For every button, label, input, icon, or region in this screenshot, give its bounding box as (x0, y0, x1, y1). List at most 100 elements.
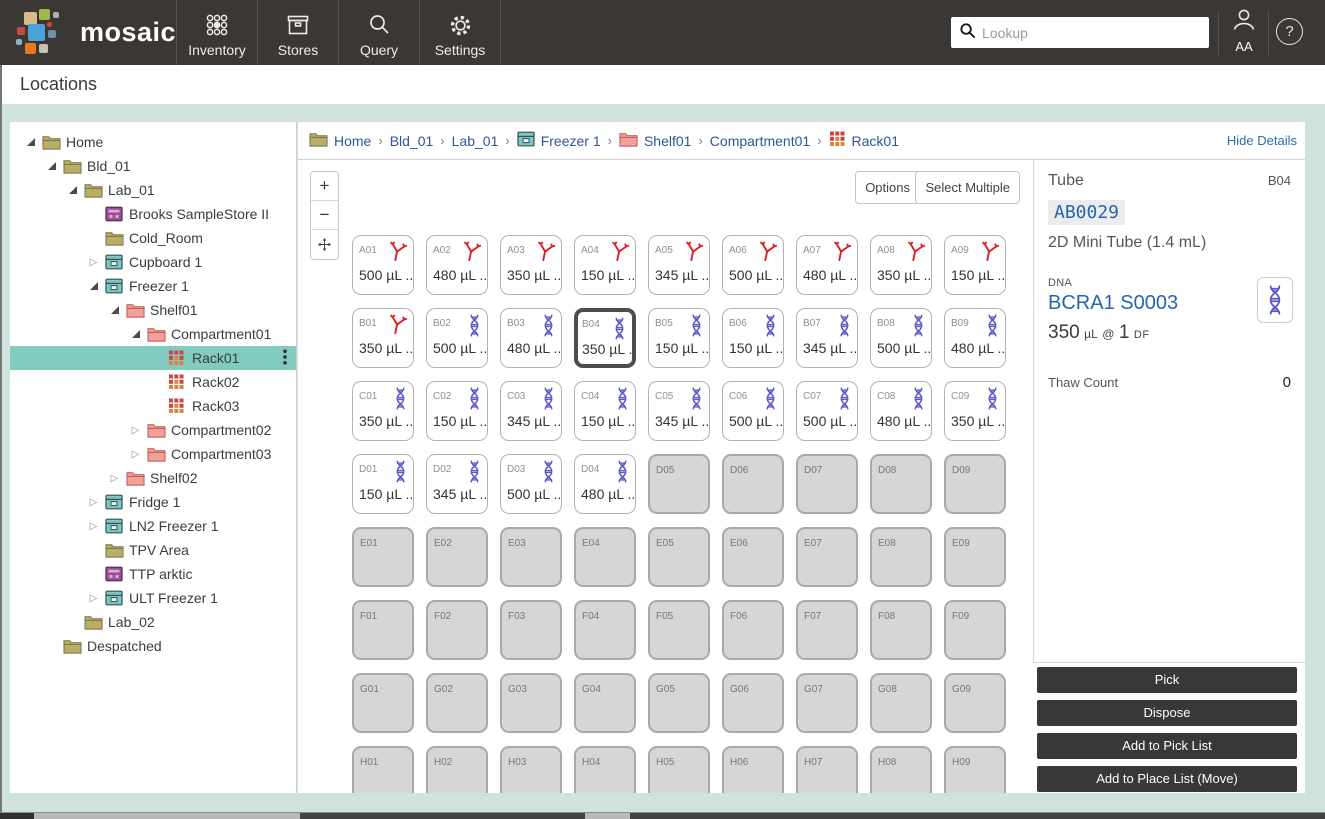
brand-logo[interactable]: mosaic (16, 8, 176, 57)
tube-cell-f05[interactable]: F05 (648, 600, 710, 660)
tube-cell-d05[interactable]: D05 (648, 454, 710, 514)
tube-cell-d01[interactable]: D01 150 µL ... (352, 454, 414, 514)
tube-cell-d07[interactable]: D07 (796, 454, 858, 514)
tube-cell-e03[interactable]: E03 (500, 527, 562, 587)
tube-cell-a08[interactable]: A08 350 µL ... (870, 235, 932, 295)
tube-cell-b01[interactable]: B01 350 µL ... (352, 308, 414, 368)
expander-icon[interactable]: ▷ (129, 425, 142, 436)
expander-icon[interactable] (129, 330, 142, 338)
tube-cell-h04[interactable]: H04 (574, 746, 636, 793)
tube-cell-d08[interactable]: D08 (870, 454, 932, 514)
tree-item-shelf02[interactable]: ▷ Shelf02 (10, 466, 296, 490)
tree-item-lab-02[interactable]: Lab_02 (10, 610, 296, 634)
zoom-out-button[interactable]: − (311, 201, 338, 230)
tube-cell-b06[interactable]: B06 150 µL ... (722, 308, 784, 368)
action-button-add-to-pick-list[interactable]: Add to Pick List (1037, 733, 1297, 759)
breadcrumb-item-home[interactable]: Home (309, 131, 371, 150)
tube-cell-c03[interactable]: C03 345 µL ... (500, 381, 562, 441)
breadcrumb-item-bld-01[interactable]: Bld_01 (390, 133, 434, 149)
sample-dna-button[interactable] (1257, 277, 1293, 323)
expander-icon[interactable]: ▷ (87, 497, 100, 508)
tube-cell-e07[interactable]: E07 (796, 527, 858, 587)
expander-icon[interactable] (108, 306, 121, 314)
expander-icon[interactable]: ▷ (87, 521, 100, 532)
action-button-pick[interactable]: Pick (1037, 667, 1297, 693)
tree-item-rack03[interactable]: Rack03 (10, 394, 296, 418)
expander-icon[interactable]: ▷ (129, 449, 142, 460)
tube-cell-g02[interactable]: G02 (426, 673, 488, 733)
tube-cell-a02[interactable]: A02 480 µL ... (426, 235, 488, 295)
tree-item-home[interactable]: Home (10, 130, 296, 154)
tube-cell-b05[interactable]: B05 150 µL ... (648, 308, 710, 368)
tube-cell-c04[interactable]: C04 150 µL ... (574, 381, 636, 441)
tube-cell-f02[interactable]: F02 (426, 600, 488, 660)
tree-item-bld-01[interactable]: Bld_01 (10, 154, 296, 178)
tree-item-compartment02[interactable]: ▷ Compartment02 (10, 418, 296, 442)
breadcrumb-item-freezer-1[interactable]: Freezer 1 (517, 131, 601, 150)
lookup-searchbox[interactable] (951, 17, 1209, 48)
tube-cell-g04[interactable]: G04 (574, 673, 636, 733)
tree-item-rack01[interactable]: Rack01 (10, 346, 296, 370)
tube-cell-f07[interactable]: F07 (796, 600, 858, 660)
nav-item-stores[interactable]: Stores (258, 0, 339, 65)
tube-cell-f01[interactable]: F01 (352, 600, 414, 660)
tube-cell-h03[interactable]: H03 (500, 746, 562, 793)
lookup-input[interactable] (982, 25, 1201, 41)
tree-item-lab-01[interactable]: Lab_01 (10, 178, 296, 202)
tube-cell-d04[interactable]: D04 480 µL ... (574, 454, 636, 514)
tree-item-cold-room[interactable]: Cold_Room (10, 226, 296, 250)
tube-cell-a06[interactable]: A06 500 µL ... (722, 235, 784, 295)
tube-cell-d02[interactable]: D02 345 µL ... (426, 454, 488, 514)
tube-cell-h09[interactable]: H09 (944, 746, 1006, 793)
tube-cell-c07[interactable]: C07 500 µL ... (796, 381, 858, 441)
tube-cell-f04[interactable]: F04 (574, 600, 636, 660)
help-button[interactable]: ? (1276, 18, 1303, 45)
breadcrumb-item-shelf01[interactable]: Shelf01 (619, 131, 691, 150)
tube-cell-c06[interactable]: C06 500 µL ... (722, 381, 784, 441)
user-avatar[interactable]: AA (1224, 7, 1264, 59)
tube-cell-h07[interactable]: H07 (796, 746, 858, 793)
tube-cell-g08[interactable]: G08 (870, 673, 932, 733)
tree-item-fridge-1[interactable]: ▷ Fridge 1 (10, 490, 296, 514)
tube-cell-f06[interactable]: F06 (722, 600, 784, 660)
nav-item-inventory[interactable]: Inventory (177, 0, 258, 65)
nav-item-query[interactable]: Query (339, 0, 420, 65)
tube-cell-f09[interactable]: F09 (944, 600, 1006, 660)
tube-cell-b03[interactable]: B03 480 µL ... (500, 308, 562, 368)
tube-cell-e08[interactable]: E08 (870, 527, 932, 587)
zoom-in-button[interactable]: + (311, 172, 338, 201)
tube-cell-b07[interactable]: B07 345 µL ... (796, 308, 858, 368)
tube-cell-b02[interactable]: B02 500 µL ... (426, 308, 488, 368)
tube-cell-g09[interactable]: G09 (944, 673, 1006, 733)
tube-cell-b08[interactable]: B08 500 µL ... (870, 308, 932, 368)
expander-icon[interactable]: ▷ (87, 593, 100, 604)
tree-item-compartment01[interactable]: Compartment01 (10, 322, 296, 346)
hide-details-link[interactable]: Hide Details (1227, 133, 1297, 148)
tube-cell-h05[interactable]: H05 (648, 746, 710, 793)
tube-cell-g07[interactable]: G07 (796, 673, 858, 733)
nav-item-settings[interactable]: Settings (420, 0, 501, 65)
tube-cell-h02[interactable]: H02 (426, 746, 488, 793)
tube-cell-c08[interactable]: C08 480 µL ... (870, 381, 932, 441)
tree-item-rack02[interactable]: Rack02 (10, 370, 296, 394)
expander-icon[interactable] (24, 138, 37, 146)
expander-icon[interactable]: ▷ (87, 257, 100, 268)
tube-cell-e02[interactable]: E02 (426, 527, 488, 587)
kebab-menu-icon[interactable] (283, 349, 287, 368)
breadcrumb-item-rack01[interactable]: Rack01 (829, 131, 899, 150)
tube-cell-b04[interactable]: B04 350 µL ... (574, 308, 636, 368)
tree-item-ult-freezer-1[interactable]: ▷ ULT Freezer 1 (10, 586, 296, 610)
tube-cell-c01[interactable]: C01 350 µL ... (352, 381, 414, 441)
tree-item-tpv-area[interactable]: TPV Area (10, 538, 296, 562)
tree-item-ln2-freezer-1[interactable]: ▷ LN2 Freezer 1 (10, 514, 296, 538)
tube-cell-h01[interactable]: H01 (352, 746, 414, 793)
tree-item-despatched[interactable]: Despatched (10, 634, 296, 658)
expander-icon[interactable] (66, 186, 79, 194)
tube-cell-d09[interactable]: D09 (944, 454, 1006, 514)
select-multiple-button[interactable]: Select Multiple (915, 171, 1020, 204)
pan-button[interactable] (311, 230, 338, 259)
tube-cell-d06[interactable]: D06 (722, 454, 784, 514)
tube-cell-c05[interactable]: C05 345 µL ... (648, 381, 710, 441)
tube-cell-e06[interactable]: E06 (722, 527, 784, 587)
expander-icon[interactable]: ▷ (108, 473, 121, 484)
